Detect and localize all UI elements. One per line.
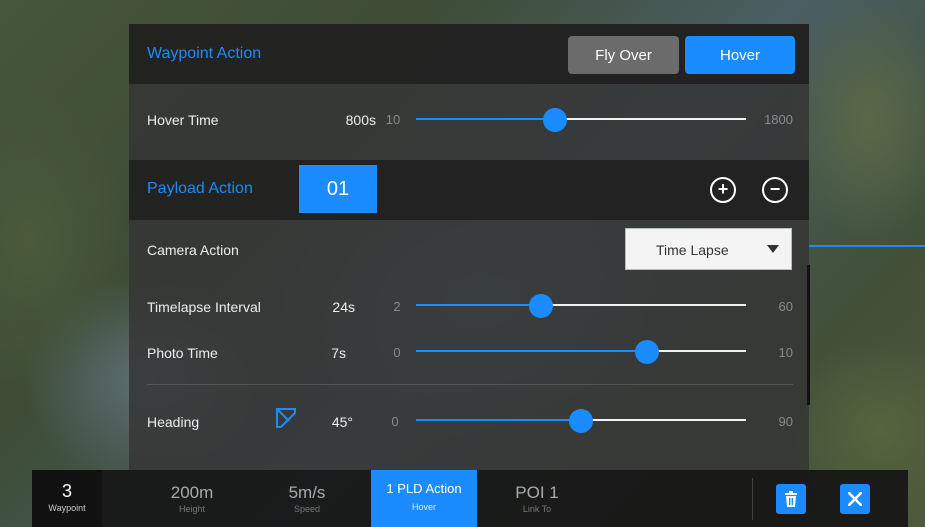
- toolbar-divider: [752, 478, 753, 520]
- timelapse-interval-label: Timelapse Interval: [147, 299, 261, 315]
- waypoint-action-header: Waypoint Action Fly Over Hover: [129, 24, 809, 84]
- minus-circle-icon[interactable]: −: [762, 177, 788, 203]
- waypoint-number-value: 3: [61, 481, 72, 501]
- trash-icon[interactable]: [776, 484, 806, 514]
- waypoint-action-title: Waypoint Action: [147, 45, 262, 62]
- photo-time-min: 0: [393, 345, 401, 360]
- slider-thumb[interactable]: [543, 108, 567, 132]
- heading-label: Heading: [147, 414, 200, 430]
- poi-label: Link To: [522, 504, 552, 514]
- timelapse-interval-value: 24s: [332, 299, 355, 315]
- waypoint-number[interactable]: 3 Waypoint: [32, 470, 102, 527]
- hover-button[interactable]: Hover: [685, 36, 795, 74]
- height-item[interactable]: 200m Height: [147, 470, 237, 527]
- waypoint-settings-panel: Waypoint Action Fly Over Hover Hover Tim…: [129, 24, 809, 470]
- camera-action-selected: Time Lapse: [656, 242, 729, 258]
- heading-max: 90: [778, 414, 793, 429]
- heading-value: 45°: [331, 414, 353, 430]
- waypoint-number-label: Waypoint: [48, 503, 86, 513]
- divider: [147, 384, 793, 385]
- bottom-toolbar: 3 Waypoint 200m Height 5m/s Speed 1 PLD …: [32, 470, 908, 527]
- pld-action-value: 1 PLD Action: [386, 481, 462, 496]
- hover-time-slider[interactable]: [416, 108, 746, 132]
- camera-action-dropdown[interactable]: Time Lapse: [625, 228, 792, 270]
- photo-time-value: 7s: [331, 345, 346, 361]
- hover-time-value: 800s: [345, 112, 376, 128]
- chevron-down-icon: [767, 245, 779, 253]
- hover-time-max: 1800: [764, 112, 793, 127]
- slider-thumb[interactable]: [529, 294, 553, 318]
- photo-time-slider[interactable]: [416, 340, 746, 364]
- photo-time-max: 10: [778, 345, 793, 360]
- hover-time-label: Hover Time: [147, 112, 219, 128]
- timelapse-interval-max: 60: [778, 299, 793, 314]
- poi-item[interactable]: POI 1 Link To: [492, 470, 582, 527]
- slider-fill: [416, 419, 581, 421]
- payload-index-tab[interactable]: 01: [299, 165, 377, 213]
- pld-action-item[interactable]: 1 PLD Action Hover: [371, 470, 477, 527]
- close-icon[interactable]: [840, 484, 870, 514]
- flight-route-line: [808, 245, 925, 247]
- slider-fill: [416, 304, 541, 306]
- speed-item[interactable]: 5m/s Speed: [262, 470, 352, 527]
- pld-action-label: Hover: [411, 502, 436, 512]
- photo-time-label: Photo Time: [147, 345, 218, 361]
- height-value: 200m: [170, 483, 214, 502]
- heading-min: 0: [391, 414, 399, 429]
- panel-scrollbar[interactable]: [807, 265, 810, 405]
- timelapse-interval-slider[interactable]: [416, 294, 746, 318]
- hover-time-min: 10: [385, 112, 401, 127]
- slider-thumb[interactable]: [569, 409, 593, 433]
- poi-value: POI 1: [515, 483, 559, 502]
- timelapse-interval-min: 2: [393, 299, 401, 314]
- speed-label: Speed: [293, 504, 321, 514]
- speed-value: 5m/s: [288, 483, 326, 502]
- slider-fill: [416, 118, 555, 120]
- payload-action-header: Payload Action 01 + −: [129, 160, 809, 220]
- payload-action-title: Payload Action: [147, 180, 253, 197]
- slider-thumb[interactable]: [635, 340, 659, 364]
- height-label: Height: [178, 504, 205, 514]
- heading-slider[interactable]: [416, 409, 746, 433]
- fly-over-button[interactable]: Fly Over: [568, 36, 679, 74]
- camera-action-label: Camera Action: [147, 242, 239, 258]
- slider-fill: [416, 350, 647, 352]
- plus-circle-icon[interactable]: +: [710, 177, 736, 203]
